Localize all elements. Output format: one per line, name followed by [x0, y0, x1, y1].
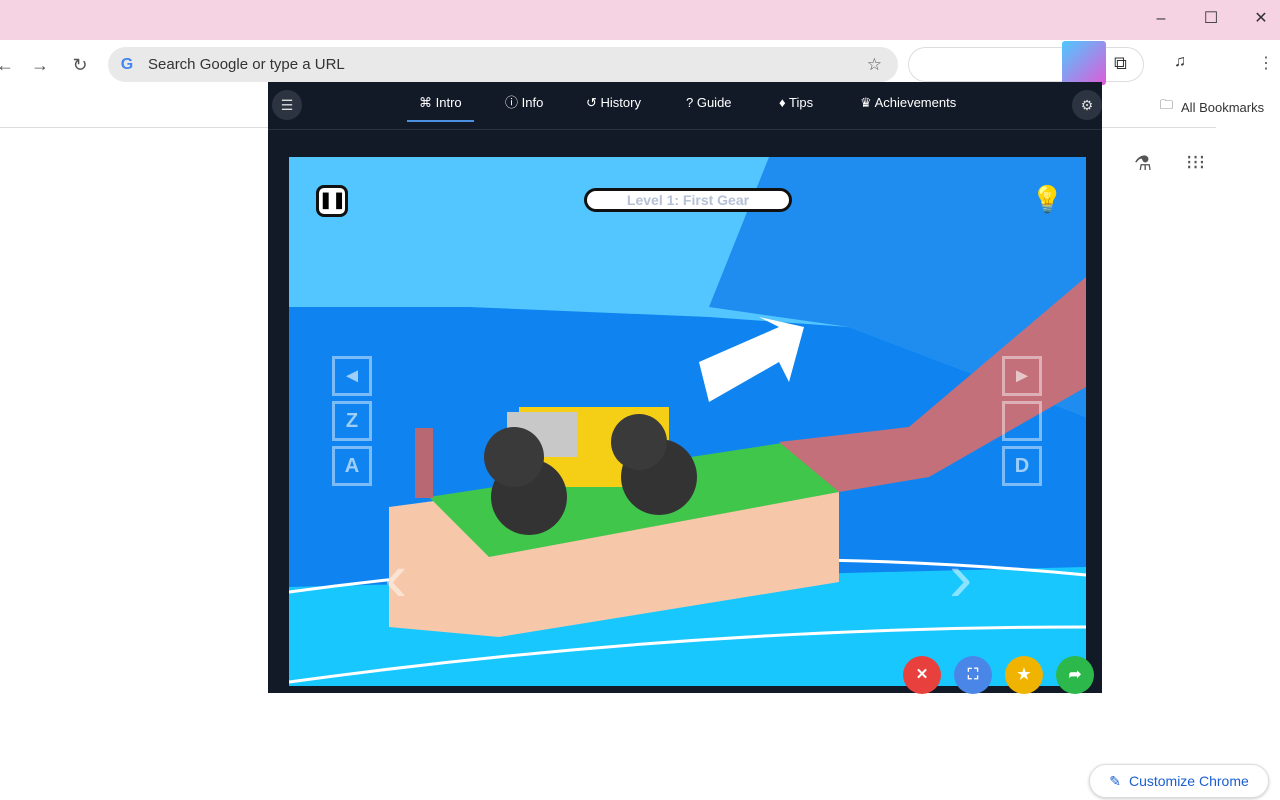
reload-button[interactable]: ↻ [67, 52, 93, 78]
forward-button[interactable]: → [27, 52, 53, 78]
key-a[interactable]: A [332, 446, 372, 486]
maximize-button[interactable]: ☐ [1196, 8, 1226, 30]
game-canvas[interactable]: ❚❚ Level 1: First Gear 💡 ◄ Z A ► D ‹ › [289, 157, 1086, 686]
media-control-icon[interactable]: ♫ [1174, 53, 1186, 71]
gamepad-icon: ⌘ [419, 95, 436, 110]
tab-achievements[interactable]: ♛ Achievements [848, 94, 968, 122]
share-button[interactable]: ➦ [1056, 656, 1094, 694]
next-arrow[interactable]: › [949, 537, 972, 617]
lightbulb-icon: ♦ [779, 95, 790, 110]
hamburger-menu-button[interactable]: ☰ [272, 90, 302, 120]
labs-flask-icon[interactable]: ⚗ [1134, 151, 1152, 176]
tab-label: Tips [789, 95, 814, 110]
tab-guide[interactable]: ? Guide [674, 94, 744, 122]
all-bookmarks[interactable]: 🗀 All Bookmarks [1160, 96, 1264, 118]
key-z[interactable]: Z [332, 401, 372, 441]
close-window-button[interactable]: ✕ [1246, 8, 1276, 30]
level-title: Level 1: First Gear [584, 188, 792, 212]
question-icon: ? [686, 95, 697, 110]
key-blank[interactable] [1002, 401, 1042, 441]
key-left[interactable]: ◄ [332, 356, 372, 396]
game-extension-icon[interactable] [1062, 41, 1106, 85]
folder-icon: 🗀 [1160, 97, 1174, 112]
key-d[interactable]: D [1002, 446, 1042, 486]
all-bookmarks-label: All Bookmarks [1181, 99, 1265, 115]
tab-label: Info [521, 95, 544, 110]
extensions-area [908, 47, 1144, 82]
customize-chrome-button[interactable]: ✎ Customize Chrome [1089, 764, 1269, 798]
popup-nav: ☰ ⌘ Intro ⓘ Info ↺ History ? Guide ♦ Tip… [268, 82, 1102, 130]
tab-history[interactable]: ↺ History [574, 94, 653, 122]
tab-label: Intro [435, 95, 462, 110]
settings-gear-button[interactable]: ⚙ [1072, 90, 1102, 120]
tab-label: Achievements [874, 95, 957, 110]
close-game-button[interactable]: ✕ [903, 656, 941, 694]
minimize-button[interactable]: – [1146, 8, 1176, 30]
omnibox[interactable]: G Search Google or type a URL ☆ [108, 47, 898, 82]
omnibox-placeholder: Search Google or type a URL [148, 56, 345, 73]
tab-label: History [600, 95, 641, 110]
history-icon: ↺ [586, 95, 601, 110]
game-popup: ☰ ⌘ Intro ⓘ Info ↺ History ? Guide ♦ Tip… [268, 82, 1102, 694]
google-icon: G [120, 55, 134, 73]
key-right[interactable]: ► [1002, 356, 1042, 396]
fullscreen-button[interactable]: ⛶ [954, 656, 992, 694]
info-icon: ⓘ [505, 95, 522, 110]
favorite-star-button[interactable]: ★ [1005, 656, 1043, 694]
tab-label: Guide [696, 95, 732, 110]
apps-grid-icon[interactable]: ⁝⁝⁝ [1186, 150, 1205, 175]
prev-arrow[interactable]: ‹ [384, 537, 407, 617]
tab-tips[interactable]: ♦ Tips [767, 94, 825, 122]
tab-info[interactable]: ⓘ Info [493, 94, 555, 122]
pencil-icon: ✎ [1109, 772, 1121, 789]
back-button[interactable]: ← [0, 52, 18, 78]
customize-label: Customize Chrome [1128, 773, 1249, 789]
hint-lightbulb-button[interactable]: 💡 [1031, 184, 1063, 215]
bookmark-star-icon[interactable]: ☆ [867, 55, 882, 75]
menu-kebab-icon[interactable]: ⋮ [1258, 53, 1274, 73]
tab-intro[interactable]: ⌘ Intro [407, 94, 474, 122]
extensions-puzzle-icon[interactable]: ⧉ [1114, 53, 1127, 74]
title-bar: – ☐ ✕ [0, 0, 1280, 40]
trophy-icon: ♛ [860, 95, 875, 110]
pause-button[interactable]: ❚❚ [316, 185, 348, 217]
